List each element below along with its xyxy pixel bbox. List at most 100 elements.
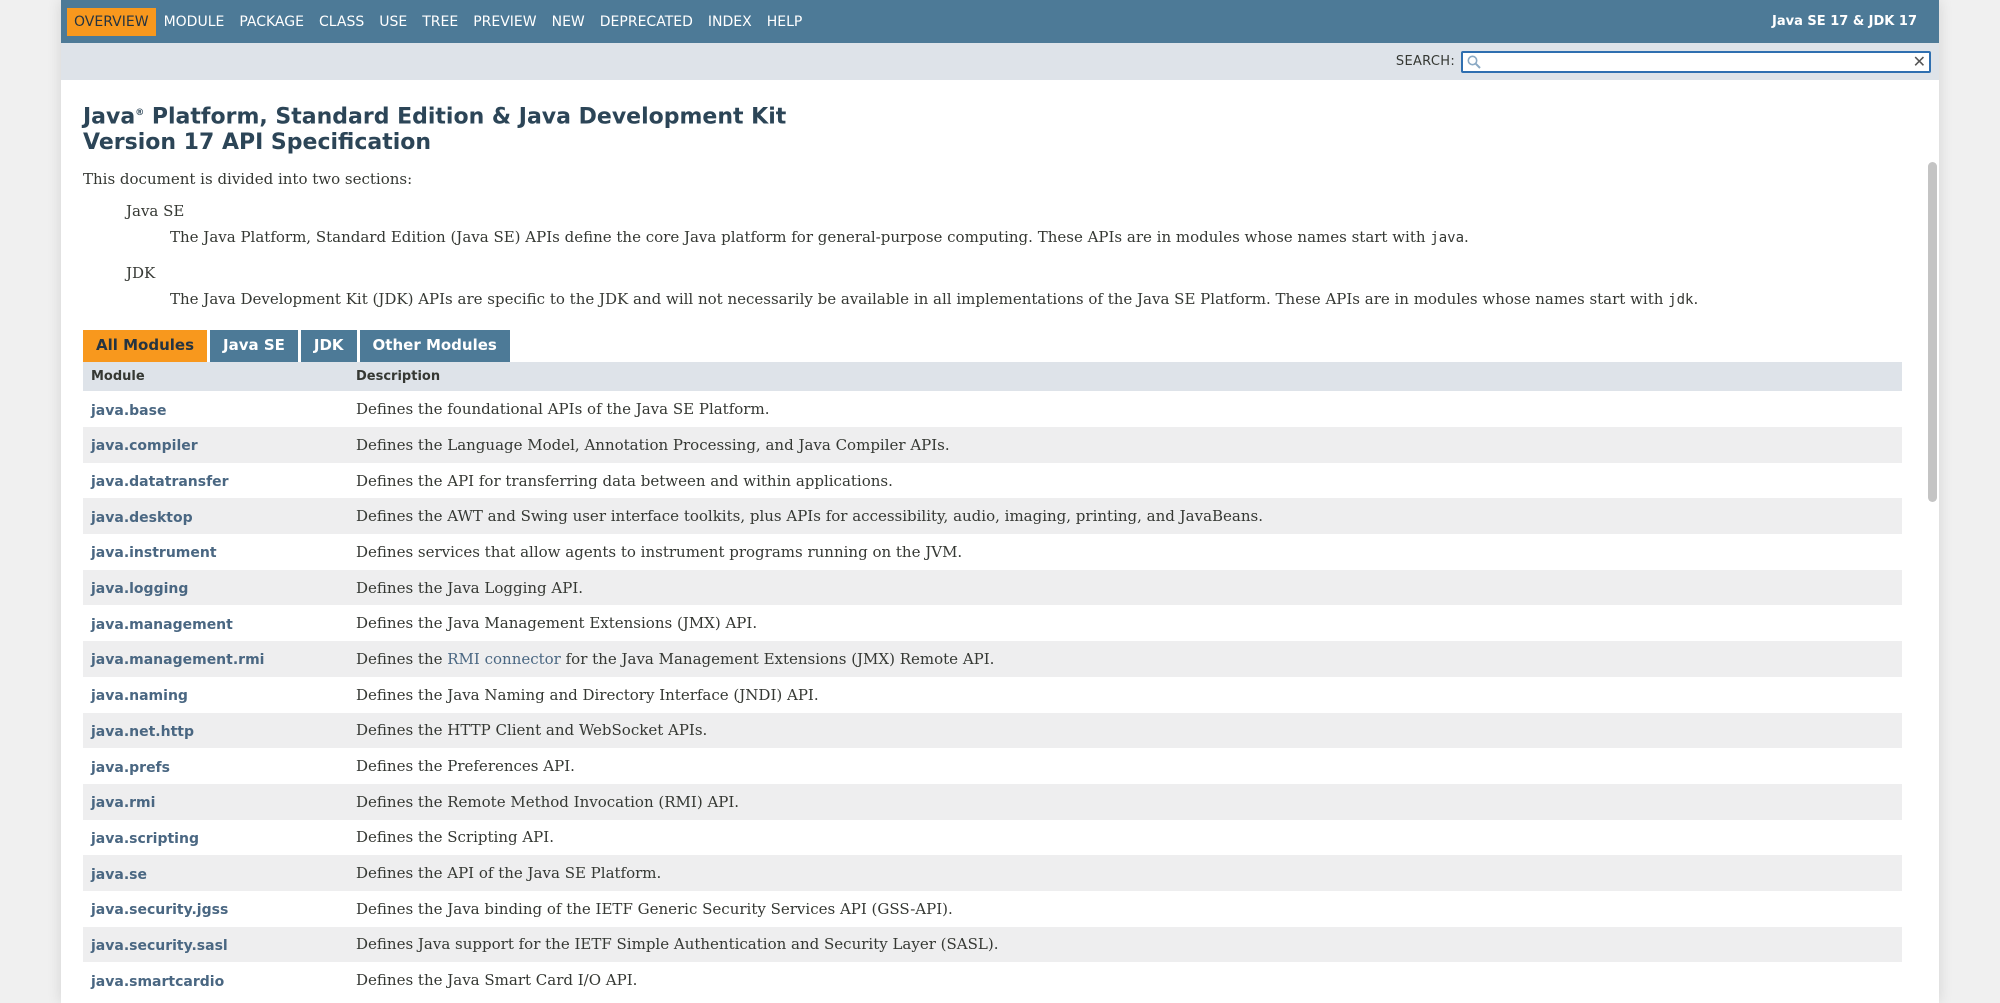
sub-nav: SEARCH: ✕ — [61, 43, 1939, 80]
browser-page: Overview Module Package Class Use Tree Preview… — [61, 0, 1939, 1003]
module-link[interactable]: java.compiler — [91, 438, 198, 454]
module-cell: java.desktop — [83, 507, 356, 526]
module-cell: java.management — [83, 614, 356, 633]
description-link[interactable]: RMI connector — [447, 650, 561, 668]
nav-link-tree[interactable]: Tree — [415, 8, 465, 36]
description-text: Defines the AWT and Swing user interface… — [356, 507, 1263, 526]
description-text-tail: for the Java Management Extensions (JMX)… — [560, 649, 995, 668]
description-cell: Defines the AWT and Swing user interface… — [356, 507, 1902, 525]
table-body: java.base Defines the foundational APIs o… — [83, 391, 1902, 999]
intro-text: This document is divided into two sectio… — [83, 170, 413, 189]
description-cell: Defines Java support for the IETF Simple… — [356, 935, 1902, 953]
table-row: java.smartcardio Defines the Java Smart C… — [83, 962, 1902, 999]
description-cell: Defines the Java Logging API. — [356, 579, 1902, 597]
description-text: Defines the API for transferring data be… — [356, 471, 893, 490]
search-icon — [1467, 55, 1481, 69]
section-code: java — [1430, 230, 1465, 247]
nav-link-deprecated[interactable]: Deprecated — [593, 8, 700, 36]
nav-link-module[interactable]: Module — [157, 8, 232, 36]
table-row: java.logging Defines the Java Logging API… — [83, 569, 1902, 606]
module-link[interactable]: java.prefs — [91, 760, 170, 776]
module-cell: java.logging — [83, 578, 356, 597]
module-link[interactable]: java.smartcardio — [91, 974, 224, 990]
module-link[interactable]: java.desktop — [91, 510, 193, 526]
module-tabs: All Modules Java SE JDK Other Modules — [83, 330, 1917, 363]
module-link[interactable]: java.se — [91, 867, 147, 883]
nav-link-overview[interactable]: Overview — [67, 7, 156, 36]
module-link[interactable]: java.security.jgss — [91, 902, 228, 918]
section-desc-tail: . — [1464, 228, 1469, 247]
nav-link-package[interactable]: Package — [232, 8, 311, 36]
module-link[interactable]: java.datatransfer — [91, 474, 229, 490]
module-link[interactable]: java.logging — [91, 581, 188, 597]
sections-list: Java SE The Java Platform, Standard Edit… — [126, 202, 1917, 308]
column-header-module: Module — [91, 369, 145, 385]
tab-jdk[interactable]: JDK — [300, 330, 357, 363]
section-code: jdk — [1668, 292, 1694, 309]
scrollbar[interactable] — [1928, 162, 1937, 502]
module-link[interactable]: java.rmi — [91, 795, 155, 811]
description-cell: Defines the foundational APIs of the Jav… — [356, 400, 1902, 418]
nav-link-preview[interactable]: Preview — [466, 8, 543, 36]
description-cell: Defines the HTTP Client and WebSocket AP… — [356, 721, 1902, 739]
module-link[interactable]: java.security.sasl — [91, 938, 228, 954]
nav-link-help[interactable]: Help — [760, 8, 810, 36]
reset-search-icon[interactable]: ✕ — [1913, 52, 1926, 71]
table-row: java.rmi Defines the Remote Method Invoca… — [83, 783, 1902, 820]
section-desc-tail: . — [1693, 290, 1699, 309]
table-row: java.management Defines the Java Manageme… — [83, 605, 1902, 642]
description-text: Defines the foundational APIs of the Jav… — [356, 400, 770, 419]
description-text: Defines services that allow agents to in… — [356, 542, 963, 561]
nav-link-index[interactable]: Index — [701, 8, 759, 36]
module-cell: java.scripting — [83, 828, 356, 847]
module-cell: java.instrument — [83, 542, 356, 561]
description-cell: Defines the RMI connector for the Java M… — [356, 650, 1902, 668]
tab-java-se[interactable]: Java SE — [210, 330, 298, 363]
description-text: Defines the Java Logging API. — [356, 578, 584, 597]
module-cell: java.compiler — [83, 435, 356, 454]
module-link[interactable]: java.scripting — [91, 831, 199, 847]
search-input[interactable] — [1485, 52, 1909, 71]
module-cell: java.security.sasl — [83, 935, 356, 954]
tab-other-modules[interactable]: Other Modules — [359, 330, 510, 363]
modules-table: Module Description java.base Defines the … — [83, 362, 1902, 999]
module-link[interactable]: java.net.http — [91, 724, 194, 740]
section-desc: The Java Development Kit (JDK) APIs are … — [170, 290, 1917, 308]
module-cell: java.se — [83, 864, 356, 883]
nav-link-new[interactable]: New — [545, 8, 592, 36]
table-row: java.instrument Defines services that all… — [83, 534, 1902, 570]
table-row: java.se Defines the API of the Java SE Pl… — [83, 855, 1902, 891]
description-cell: Defines the API of the Java SE Platform. — [356, 864, 1902, 882]
module-link[interactable]: java.instrument — [91, 545, 217, 561]
table-header: Module Description — [83, 362, 1902, 392]
module-cell: java.management.rmi — [83, 649, 356, 668]
section-term: JDK — [126, 264, 156, 283]
module-link[interactable]: java.naming — [91, 688, 188, 704]
section-term: Java SE — [126, 202, 185, 221]
description-text: Defines the Preferences API. — [356, 757, 575, 776]
description-text: Defines the Scripting API. — [356, 828, 554, 847]
table-row: java.naming Defines the Java Naming and D… — [83, 676, 1902, 713]
table-row: java.scripting Defines the Scripting API. — [83, 819, 1902, 856]
main-content: Java® Platform, Standard Edition & Java … — [61, 80, 1939, 999]
table-row: java.datatransfer Defines the API for tra… — [83, 462, 1902, 499]
section-desc-text: The Java Development Kit (JDK) APIs are … — [170, 290, 1669, 309]
nav-link-class[interactable]: Class — [312, 8, 371, 36]
nav-link-use[interactable]: Use — [372, 8, 414, 36]
module-link[interactable]: java.management.rmi — [91, 652, 264, 668]
description-cell: Defines the Scripting API. — [356, 828, 1902, 846]
description-cell: Defines the Java Smart Card I/O API. — [356, 971, 1902, 989]
description-cell: Defines the API for transferring data be… — [356, 472, 1902, 490]
table-row: java.security.jgss Defines the Java bindi… — [83, 890, 1902, 927]
registered-mark: ® — [135, 108, 145, 118]
description-text: Defines the Remote Method Invocation (RM… — [356, 792, 740, 811]
module-cell: java.datatransfer — [83, 471, 356, 490]
search-box[interactable]: ✕ — [1461, 50, 1931, 73]
section-desc: The Java Platform, Standard Edition (Jav… — [170, 228, 1917, 246]
module-link[interactable]: java.management — [91, 617, 233, 633]
module-cell: java.net.http — [83, 721, 356, 740]
tab-all-modules[interactable]: All Modules — [83, 330, 208, 363]
title-subline: Version 17 API Specification — [83, 130, 432, 156]
module-link[interactable]: java.base — [91, 403, 166, 419]
description-text: Defines the Java Naming and Directory In… — [356, 685, 819, 704]
